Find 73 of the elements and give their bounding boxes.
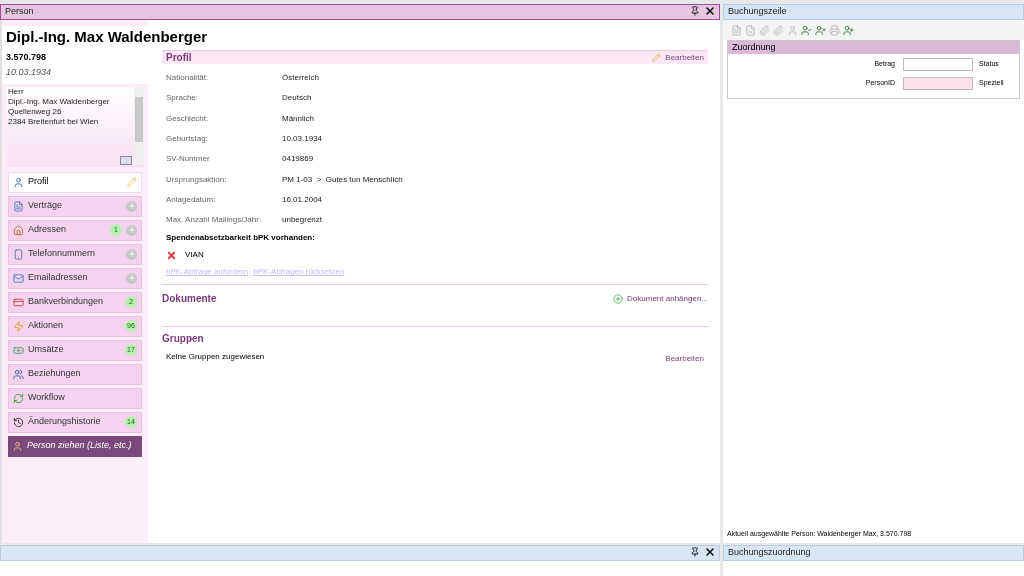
close-icon[interactable] <box>704 5 716 17</box>
field-value: 10.03.1934 <box>282 133 323 146</box>
nav-item[interactable]: Profil <box>8 171 142 193</box>
add-icon[interactable] <box>126 248 137 260</box>
bpk-heading: Spendenabsetzbarkeit bPK vorhanden: <box>166 232 316 245</box>
field-value: 0419869 <box>282 153 314 166</box>
address-line: 2384 Breitenfurt bei Wien <box>8 116 100 127</box>
pencil-icon[interactable] <box>127 177 137 187</box>
empty-groups-text: Keine Gruppen zugewiesen <box>166 351 265 364</box>
edit-link[interactable]: Bearbeiten <box>665 353 704 366</box>
field-label: Sprache: <box>166 92 200 105</box>
field-label: Geschlecht: <box>166 112 210 125</box>
birth-date: 10.03.1934 <box>6 66 53 79</box>
person-check-icon[interactable] <box>801 24 812 36</box>
section-title: Gruppen <box>162 332 205 347</box>
nav-item[interactable]: Workflow <box>8 387 142 409</box>
history-icon <box>13 416 24 428</box>
pane-title: Buchungszeile <box>728 5 787 19</box>
bpk-label: VIAN <box>185 249 204 262</box>
field-value: PM 1-03 > Gutes tun Menschlich <box>282 173 403 186</box>
nav-item[interactable]: Verträge <box>8 195 142 217</box>
people-icon <box>13 368 24 380</box>
person-remove-icon[interactable] <box>815 24 826 36</box>
banknote-icon <box>13 344 24 356</box>
section-title: Profil <box>166 51 192 65</box>
phone-icon <box>13 248 24 260</box>
address-line: Herr <box>8 86 25 97</box>
scrollbar[interactable] <box>134 86 144 165</box>
add-icon[interactable] <box>126 272 137 284</box>
field-label: SV-Nummer <box>166 153 211 166</box>
field-label: Anlagedatum: <box>166 193 217 206</box>
nav-action-button[interactable]: Person ziehen (Liste, etc.) <box>8 435 142 457</box>
address-line: Dipl.-Ing. Max Waldenberger <box>8 96 111 107</box>
person-add-icon[interactable] <box>843 24 854 36</box>
input-field[interactable] <box>903 76 973 90</box>
house-icon <box>13 224 24 236</box>
field-value: Österreich <box>282 72 319 85</box>
attach-document-link[interactable]: Dokument anhängen... <box>627 292 708 305</box>
section-title: Dokumente <box>162 292 217 307</box>
contact-card-icon[interactable] <box>120 155 132 165</box>
pin-icon[interactable] <box>690 6 700 16</box>
field-label: Max. Anzahl Mailings/Jahr: <box>166 214 263 227</box>
edit-link[interactable]: Bearbeiten <box>665 51 704 64</box>
pane-title: Person <box>5 5 34 19</box>
add-icon[interactable] <box>126 200 137 212</box>
field-value: unbegrenzt <box>282 214 323 227</box>
lightning-icon <box>13 320 24 332</box>
person-number: 3.570.798 <box>6 50 48 64</box>
nav-item[interactable]: Beziehungen <box>8 363 142 385</box>
field-value: 16.01.2004 <box>282 193 323 206</box>
section-title: Zuordnung <box>728 41 1019 54</box>
input-field[interactable] <box>903 57 973 71</box>
pin-icon[interactable] <box>690 547 700 557</box>
nav-item[interactable]: Telefonnummern <box>8 243 142 265</box>
person-icon <box>13 176 24 188</box>
address-line: Quellenweg 26 <box>8 106 63 117</box>
nav-item[interactable]: Emailadressen <box>8 267 142 289</box>
person-icon <box>12 440 23 452</box>
pencil-icon[interactable] <box>652 53 662 62</box>
document-icon <box>13 200 24 212</box>
card-icon <box>13 296 24 308</box>
cycle-icon <box>13 392 24 404</box>
close-icon[interactable] <box>704 546 716 558</box>
field-label: Nationalität: <box>166 72 210 85</box>
pane-title: Buchungszuordnung <box>728 546 811 560</box>
add-icon[interactable] <box>126 224 137 236</box>
field-label: Ursprungsaktion: <box>166 173 228 186</box>
field-label: Geburtstag: <box>166 133 209 146</box>
envelope-icon <box>13 272 24 284</box>
field-value: Männlich <box>282 112 314 125</box>
person-name: Dipl.-Ing. Max Waldenberger <box>6 27 208 47</box>
field-value: Deutsch <box>282 92 312 105</box>
add-icon[interactable] <box>613 293 624 304</box>
